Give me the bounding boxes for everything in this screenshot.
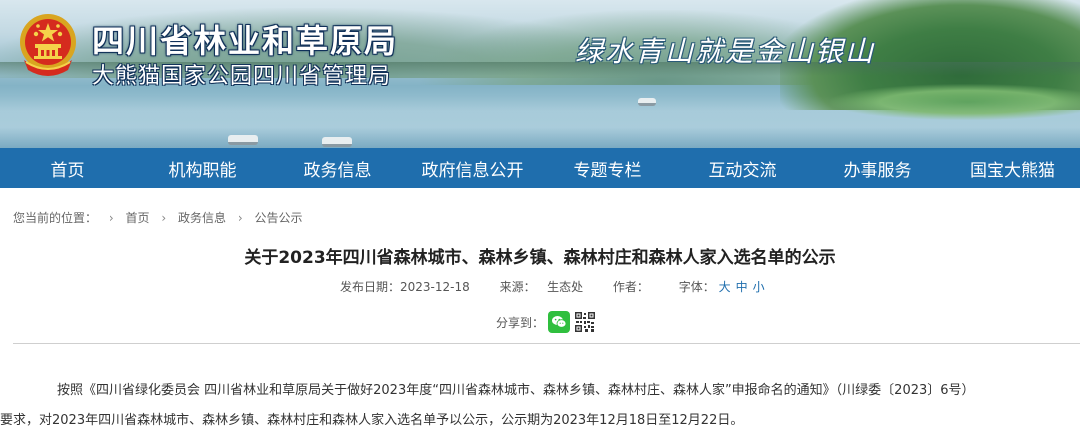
site-title: 四川省林业和草原局	[92, 22, 399, 60]
national-emblem-icon	[16, 12, 80, 78]
font-size-small[interactable]: 小	[753, 280, 765, 294]
nav-item-giant-panda[interactable]: 国宝大熊猫	[945, 156, 1080, 181]
nav-item-special-topics[interactable]: 专题专栏	[540, 156, 675, 181]
nav-item-services[interactable]: 办事服务	[810, 156, 945, 181]
nav-item-government-affairs[interactable]: 政务信息	[270, 156, 405, 181]
nav-item-information-disclosure[interactable]: 政府信息公开	[405, 156, 540, 181]
article-body: 按照《四川省绿化委员会 四川省林业和草原局关于做好2023年度“四川省森林城市、…	[0, 376, 1080, 429]
banner-boat	[322, 137, 352, 147]
breadcrumb-home[interactable]: 首页	[125, 211, 149, 225]
qr-code-icon[interactable]	[574, 311, 597, 333]
share-bar: 分享到：	[496, 311, 597, 333]
breadcrumb-separator: ›	[108, 211, 114, 225]
breadcrumb-announcements[interactable]: 公告公示	[254, 211, 302, 225]
share-label: 分享到：	[496, 315, 545, 330]
banner-slogan: 绿水青山就是金山银山	[575, 35, 876, 68]
content-divider	[13, 343, 1080, 344]
article-paragraph: 按照《四川省绿化委员会 四川省林业和草原局关于做好2023年度“四川省森林城市、…	[57, 383, 975, 398]
breadcrumb-separator: ›	[161, 211, 167, 225]
author-label: 作者：	[612, 280, 649, 294]
wechat-icon[interactable]	[548, 311, 571, 333]
article-title: 关于2023年四川省森林城市、森林乡镇、森林村庄和森林人家入选名单的公示	[244, 248, 836, 268]
font-size-large[interactable]: 大	[719, 280, 731, 294]
breadcrumb: 您当前的位置： › 首页 › 政务信息 › 公告公示	[13, 209, 302, 226]
breadcrumb-prefix: 您当前的位置：	[13, 211, 98, 225]
article-meta: 发布日期：2023-12-18 来源： 生态处 作者： 字体： 大中小	[340, 278, 796, 295]
breadcrumb-separator: ›	[237, 211, 243, 225]
header-banner: 四川省林业和草原局 大熊猫国家公园四川省管理局 绿水青山就是金山银山	[0, 0, 1080, 148]
breadcrumb-government-affairs[interactable]: 政务信息	[178, 211, 226, 225]
article-paragraph: 要求，对2023年四川省森林城市、森林乡镇、森林村庄和森林人家入选名单予以公示，…	[0, 413, 744, 428]
banner-lake-water	[0, 96, 1080, 148]
nav-item-interaction[interactable]: 互动交流	[675, 156, 810, 181]
font-size-medium[interactable]: 中	[736, 280, 748, 294]
source-value: 生态处	[547, 280, 584, 294]
site-subtitle: 大熊猫国家公园四川省管理局	[92, 64, 392, 89]
font-size-label: 字体：	[678, 280, 715, 294]
nav-item-organization[interactable]: 机构职能	[135, 156, 270, 181]
nav-item-home[interactable]: 首页	[0, 156, 135, 181]
publish-date: 2023-12-18	[400, 280, 470, 294]
publish-date-label: 发布日期：	[340, 280, 401, 294]
main-nav: 首页 机构职能 政务信息 政府信息公开 专题专栏 互动交流 办事服务 国宝大熊猫	[0, 148, 1080, 188]
source-label: 来源：	[499, 280, 536, 294]
banner-boat	[228, 135, 258, 145]
banner-boat	[638, 98, 656, 106]
